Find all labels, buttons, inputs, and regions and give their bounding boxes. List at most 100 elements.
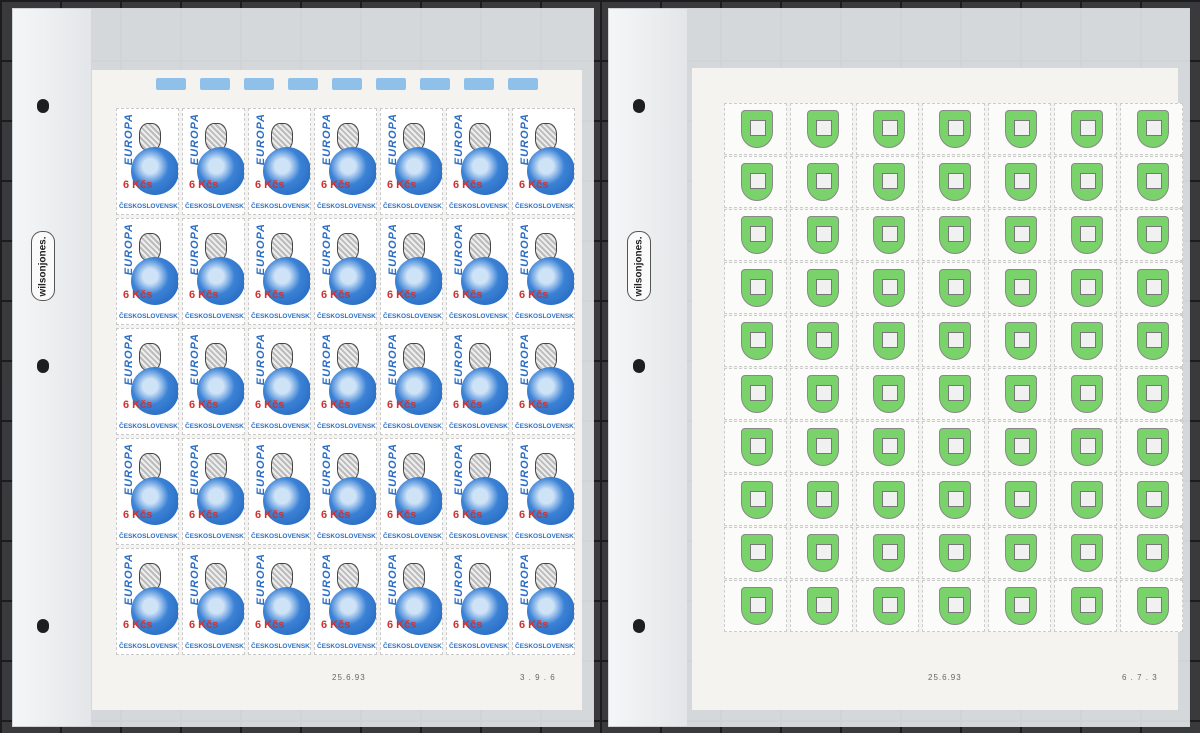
europa-stamp: EUROPA 6 Kčs ČESKOSLOVENSKO xyxy=(314,438,377,545)
shield-image xyxy=(807,322,839,360)
shield-image xyxy=(1071,269,1103,307)
color-tab xyxy=(156,78,186,90)
stamp-country: ČESKOSLOVENSKO xyxy=(119,423,179,430)
stamp-country: ČESKOSLOVENSKO xyxy=(449,313,509,320)
coat-of-arms-stamp xyxy=(922,103,985,155)
shield-image xyxy=(1137,269,1169,307)
stamp-value: 6 Kčs xyxy=(123,509,153,521)
coat-of-arms-stamp xyxy=(790,209,853,261)
stamp-value: 6 Kčs xyxy=(453,179,483,191)
europa-stamp: EUROPA 6 Kčs ČESKOSLOVENSKO xyxy=(380,548,443,655)
stamp-value: 6 Kčs xyxy=(387,179,417,191)
coat-of-arms-stamp xyxy=(790,474,853,526)
europa-stamp: EUROPA 6 Kčs ČESKOSLOVENSKO xyxy=(182,218,245,325)
europa-stamp: EUROPA 6 Kčs ČESKOSLOVENSKO xyxy=(116,218,179,325)
stamp-value: 6 Kčs xyxy=(519,619,549,631)
europa-stamp: EUROPA 6 Kčs ČESKOSLOVENSKO xyxy=(380,108,443,215)
stamp-country: ČESKOSLOVENSKO xyxy=(185,313,245,320)
shield-image xyxy=(1071,163,1103,201)
color-tab xyxy=(288,78,318,90)
coat-of-arms-stamp xyxy=(856,580,919,632)
sheet-code: 25.6.93 xyxy=(332,673,366,682)
color-tab xyxy=(464,78,494,90)
shield-image xyxy=(939,587,971,625)
stamp-country: ČESKOSLOVENSKO xyxy=(119,643,179,650)
europa-stamp: EUROPA 6 Kčs ČESKOSLOVENSKO xyxy=(446,548,509,655)
stamp-value: 6 Kčs xyxy=(255,289,285,301)
stamp-grid: EUROPA 6 Kčs ČESKOSLOVENSKO EUROPA 6 Kčs ČESK… xyxy=(116,108,575,655)
coat-of-arms-stamp xyxy=(1120,421,1183,473)
stamp-value: 6 Kčs xyxy=(453,619,483,631)
color-tab xyxy=(200,78,230,90)
shield-image xyxy=(1137,534,1169,572)
shield-image xyxy=(1071,216,1103,254)
stamp-value: 6 Kčs xyxy=(255,179,285,191)
europa-stamp: EUROPA 6 Kčs ČESKOSLOVENSKO xyxy=(446,328,509,435)
shield-image xyxy=(1005,163,1037,201)
stamp-grid xyxy=(724,103,1183,632)
shield-image xyxy=(1005,216,1037,254)
shield-image xyxy=(1071,481,1103,519)
stamp-value: 6 Kčs xyxy=(189,619,219,631)
coat-of-arms-stamp xyxy=(1054,209,1117,261)
coat-of-arms-stamp xyxy=(856,209,919,261)
shield-image xyxy=(1071,322,1103,360)
shield-image xyxy=(939,216,971,254)
europa-stamp: EUROPA 6 Kčs ČESKOSLOVENSKO xyxy=(512,548,575,655)
stamp-country: ČESKOSLOVENSKO xyxy=(251,423,311,430)
shield-image xyxy=(741,428,773,466)
coat-of-arms-stamp xyxy=(1054,315,1117,367)
coat-of-arms-stamp xyxy=(922,209,985,261)
shield-image xyxy=(1071,534,1103,572)
stamp-value: 6 Kčs xyxy=(519,179,549,191)
color-tab xyxy=(420,78,450,90)
stamp-country: ČESKOSLOVENSKO xyxy=(383,423,443,430)
europa-stamp: EUROPA 6 Kčs ČESKOSLOVENSKO xyxy=(248,438,311,545)
shield-image xyxy=(873,322,905,360)
coat-of-arms-stamp xyxy=(1120,156,1183,208)
shield-image xyxy=(939,481,971,519)
coat-of-arms-stamp xyxy=(790,103,853,155)
europa-stamp: EUROPA 6 Kčs ČESKOSLOVENSKO xyxy=(314,328,377,435)
coat-of-arms-stamp xyxy=(1120,580,1183,632)
shield-image xyxy=(873,110,905,148)
coat-of-arms-stamp xyxy=(790,262,853,314)
shield-image xyxy=(1005,322,1037,360)
europa-stamp: EUROPA 6 Kčs ČESKOSLOVENSKO xyxy=(182,108,245,215)
stamp-country: ČESKOSLOVENSKO xyxy=(185,533,245,540)
stamp-country: ČESKOSLOVENSKO xyxy=(449,423,509,430)
europa-stamp: EUROPA 6 Kčs ČESKOSLOVENSKO xyxy=(380,218,443,325)
coat-of-arms-stamp xyxy=(988,209,1051,261)
shield-image xyxy=(807,269,839,307)
coat-of-arms-stamp xyxy=(790,580,853,632)
shield-image xyxy=(1137,375,1169,413)
europa-stamp: EUROPA 6 Kčs ČESKOSLOVENSKO xyxy=(314,108,377,215)
coat-of-arms-stamp xyxy=(1120,315,1183,367)
europa-stamp: EUROPA 6 Kčs ČESKOSLOVENSKO xyxy=(116,548,179,655)
sheet-code: 25.6.93 xyxy=(928,673,962,682)
europa-stamp: EUROPA 6 Kčs ČESKOSLOVENSKO xyxy=(446,108,509,215)
stamp-country: ČESKOSLOVENSKO xyxy=(383,533,443,540)
shield-image xyxy=(873,428,905,466)
stamp-value: 6 Kčs xyxy=(123,619,153,631)
coat-of-arms-stamp xyxy=(790,315,853,367)
coat-of-arms-stamp xyxy=(1054,103,1117,155)
coat-of-arms-stamp xyxy=(856,527,919,579)
coat-of-arms-stamp xyxy=(856,103,919,155)
coat-of-arms-stamp xyxy=(724,209,787,261)
coat-of-arms-stamp xyxy=(1054,527,1117,579)
punch-hole xyxy=(37,99,49,113)
shield-image xyxy=(1005,375,1037,413)
europa-stamp: EUROPA 6 Kčs ČESKOSLOVENSKO xyxy=(248,548,311,655)
coat-of-arms-stamp xyxy=(724,103,787,155)
coat-of-arms-stamp xyxy=(724,156,787,208)
stamp-country: ČESKOSLOVENSKO xyxy=(449,533,509,540)
europa-stamp: EUROPA 6 Kčs ČESKOSLOVENSKO xyxy=(248,328,311,435)
shield-image xyxy=(939,110,971,148)
coat-of-arms-stamp xyxy=(1054,474,1117,526)
europa-stamp: EUROPA 6 Kčs ČESKOSLOVENSKO xyxy=(182,328,245,435)
shield-image xyxy=(807,110,839,148)
coat-of-arms-stamp xyxy=(922,527,985,579)
shield-image xyxy=(741,163,773,201)
stamp-country: ČESKOSLOVENSKO xyxy=(251,643,311,650)
